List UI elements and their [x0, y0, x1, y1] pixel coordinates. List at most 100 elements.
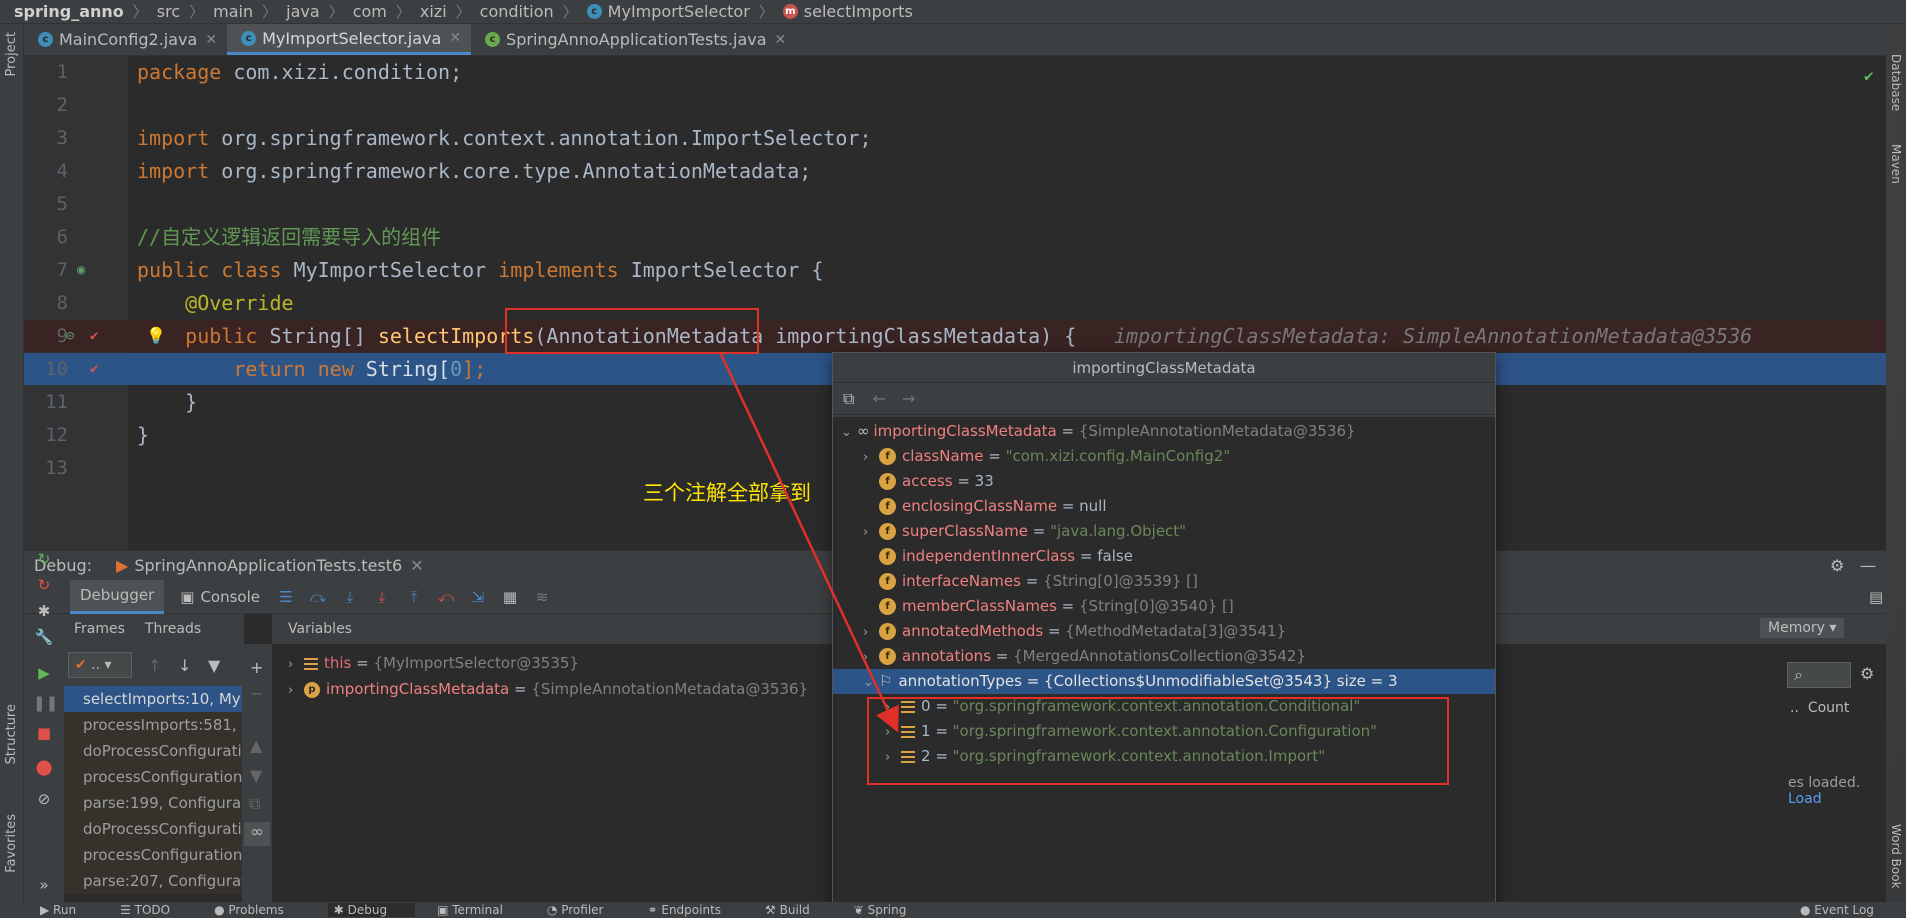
breadcrumb-method[interactable]: m selectImports: [782, 2, 913, 21]
add-watch-icon[interactable]: +: [250, 658, 263, 677]
tree-node[interactable]: › f annotatedMethods = {MethodMetadata[3]@…: [833, 619, 1495, 644]
tab-memory[interactable]: Memory ▾: [1760, 618, 1845, 638]
chevron-right-icon[interactable]: ›: [288, 678, 304, 704]
tab-debugger[interactable]: Debugger: [70, 579, 165, 614]
tree-node[interactable]: f enclosingClassName = null: [833, 494, 1495, 519]
no-problems-check-icon[interactable]: ✔: [1864, 66, 1874, 85]
frame-item[interactable]: processConfigurationClass:250, Configura…: [64, 842, 242, 868]
evaluate-expression-icon[interactable]: ▦: [499, 586, 521, 608]
tab-console[interactable]: ▣ Console: [170, 580, 270, 614]
maven-tool-tab[interactable]: Maven: [1889, 144, 1903, 184]
tree-node[interactable]: f access = 33: [833, 469, 1495, 494]
tree-node[interactable]: f interfaceNames = {String[0]@3539} []: [833, 569, 1495, 594]
run-to-cursor-icon[interactable]: ⇲: [467, 586, 489, 608]
move-down-icon[interactable]: ▼: [250, 766, 262, 785]
layout-icon[interactable]: ▤: [1869, 588, 1883, 606]
tree-node[interactable]: › f superClassName = "java.lang.Object": [833, 519, 1495, 544]
memory-settings-icon[interactable]: ⚙: [1860, 664, 1874, 683]
tab-terminal[interactable]: ▣ Terminal: [437, 903, 525, 917]
drop-frame-icon[interactable]: ⤺: [435, 586, 457, 608]
view-breakpoints-icon[interactable]: ⬤: [33, 758, 55, 780]
chevron-right-icon[interactable]: ›: [288, 652, 304, 678]
implement-icon[interactable]: ◉: [77, 254, 85, 286]
tab-profiler[interactable]: ◔ Profiler: [547, 903, 626, 917]
frame-item[interactable]: doProcessConfigurationClass:311, Configu…: [64, 738, 242, 764]
back-arrow-icon[interactable]: ←: [872, 389, 885, 408]
close-icon[interactable]: ✕: [449, 30, 461, 46]
close-icon[interactable]: ✕: [775, 32, 787, 48]
rerun-failed-icon[interactable]: ↻: [33, 576, 55, 598]
tree-node[interactable]: › f annotations = {MergedAnnotationsCollec…: [833, 644, 1495, 669]
rerun-icon[interactable]: ↻: [33, 550, 55, 572]
tree-node[interactable]: f independentInnerClass = false: [833, 544, 1495, 569]
frame-item[interactable]: processConfigurationClass:250, Configura…: [64, 764, 242, 790]
remove-watch-icon[interactable]: −: [250, 684, 263, 703]
filter-icon[interactable]: ▼: [208, 656, 220, 675]
tree-node[interactable]: f memberClassNames = {String[0]@3540} []: [833, 594, 1495, 619]
debug-bug-icon[interactable]: ✱: [33, 602, 55, 624]
stop-icon[interactable]: ■: [33, 724, 55, 746]
minimize-icon[interactable]: —: [1860, 556, 1876, 575]
add-to-watches-icon[interactable]: ⧉: [843, 389, 854, 409]
more-icon[interactable]: »: [33, 876, 55, 898]
trace-icon[interactable]: ≋: [531, 586, 553, 608]
resume-icon[interactable]: ▶: [33, 664, 55, 686]
database-tool-tab[interactable]: Database: [1889, 54, 1903, 111]
settings-icon[interactable]: ⚙: [1830, 556, 1844, 575]
next-frame-icon[interactable]: ↓: [178, 656, 191, 675]
variable-importingclassmetadata[interactable]: › p importingClassMetadata = {SimpleAnnota…: [288, 676, 808, 702]
tab-event-log[interactable]: ● Event Log: [1800, 903, 1896, 917]
override-icon[interactable]: ⊙: [66, 320, 74, 352]
breadcrumb-item[interactable]: com: [353, 2, 387, 21]
debug-config-tab[interactable]: SpringAnnoApplicationTests.test6: [134, 556, 402, 575]
wrench-icon[interactable]: 🔧: [33, 628, 55, 650]
previous-frame-icon[interactable]: ↑: [148, 656, 161, 675]
tree-node-selected[interactable]: ⌄ ⚐ annotationTypes = {Collections$Unmodif…: [833, 669, 1495, 694]
tab-problems[interactable]: ● Problems: [214, 903, 306, 917]
breadcrumb-item[interactable]: condition: [480, 2, 554, 21]
forward-arrow-icon[interactable]: →: [902, 389, 915, 408]
pause-icon[interactable]: ❚❚: [33, 694, 58, 716]
structure-tool-tab[interactable]: Structure: [4, 704, 19, 764]
breadcrumb-item[interactable]: src: [157, 2, 180, 21]
frame-item[interactable]: processImports:581, ConfigurationClassPa…: [64, 712, 242, 738]
tab-frames[interactable]: Frames: [64, 614, 135, 644]
chevron-right-icon[interactable]: ›: [863, 520, 879, 545]
breadcrumb-project[interactable]: spring_anno: [14, 2, 124, 21]
step-over-icon[interactable]: ⤼: [307, 586, 329, 608]
tab-todo[interactable]: ☰ TODO: [120, 903, 192, 917]
copy-icon[interactable]: ⧉: [249, 794, 260, 814]
chevron-down-icon[interactable]: ⌄: [841, 420, 857, 445]
breadcrumb-item[interactable]: xizi: [420, 2, 447, 21]
frame-item[interactable]: parse:207, ConfigurationClassParser: [64, 868, 242, 894]
tab-debug[interactable]: ✱ Debug: [327, 903, 416, 917]
favorites-tool-tab[interactable]: Favorites: [4, 814, 19, 873]
tree-node[interactable]: › f className = "com.xizi.config.MainConfi…: [833, 444, 1495, 469]
breadcrumb-class[interactable]: c MyImportSelector: [586, 2, 750, 21]
tab-springannoapplicationtests[interactable]: c SpringAnnoApplicationTests.java ✕: [471, 24, 796, 55]
chevron-right-icon[interactable]: ›: [863, 620, 879, 645]
memory-search-input[interactable]: ⌕: [1787, 662, 1851, 688]
breadcrumb-item[interactable]: java: [286, 2, 320, 21]
tab-myimportselector[interactable]: c MyImportSelector.java ✕: [227, 24, 472, 55]
tab-endpoints[interactable]: ⚭ Endpoints: [647, 903, 743, 917]
tab-spring[interactable]: ❦ Spring: [854, 903, 929, 917]
load-classes-link[interactable]: Load: [1788, 791, 1822, 807]
tab-mainconfig2[interactable]: c MainConfig2.java ✕: [24, 24, 227, 55]
tab-run[interactable]: ▶ Run: [40, 903, 98, 917]
show-execution-point-icon[interactable]: ☰: [275, 586, 297, 608]
variable-this[interactable]: › this = {MyImportSelector@3535}: [288, 650, 579, 676]
mute-breakpoints-icon[interactable]: ⊘: [33, 790, 55, 812]
step-out-icon[interactable]: ⤒: [403, 586, 425, 608]
breakpoint-icon[interactable]: ✔: [90, 353, 98, 385]
count-column-header[interactable]: .. Count: [1790, 700, 1849, 716]
show-watches-icon[interactable]: ∞: [244, 822, 270, 846]
step-into-icon[interactable]: ⤓: [339, 586, 361, 608]
tab-build[interactable]: ⚒ Build: [765, 903, 832, 917]
breakpoint-icon[interactable]: ✔: [90, 320, 98, 352]
chevron-right-icon[interactable]: ›: [863, 645, 879, 670]
close-icon[interactable]: ✕: [205, 32, 217, 48]
frame-item[interactable]: parse:199, ConfigurationClassParser: [64, 790, 242, 816]
close-icon[interactable]: ✕: [410, 556, 423, 575]
wordbook-tool-tab[interactable]: Word Book: [1889, 824, 1903, 889]
